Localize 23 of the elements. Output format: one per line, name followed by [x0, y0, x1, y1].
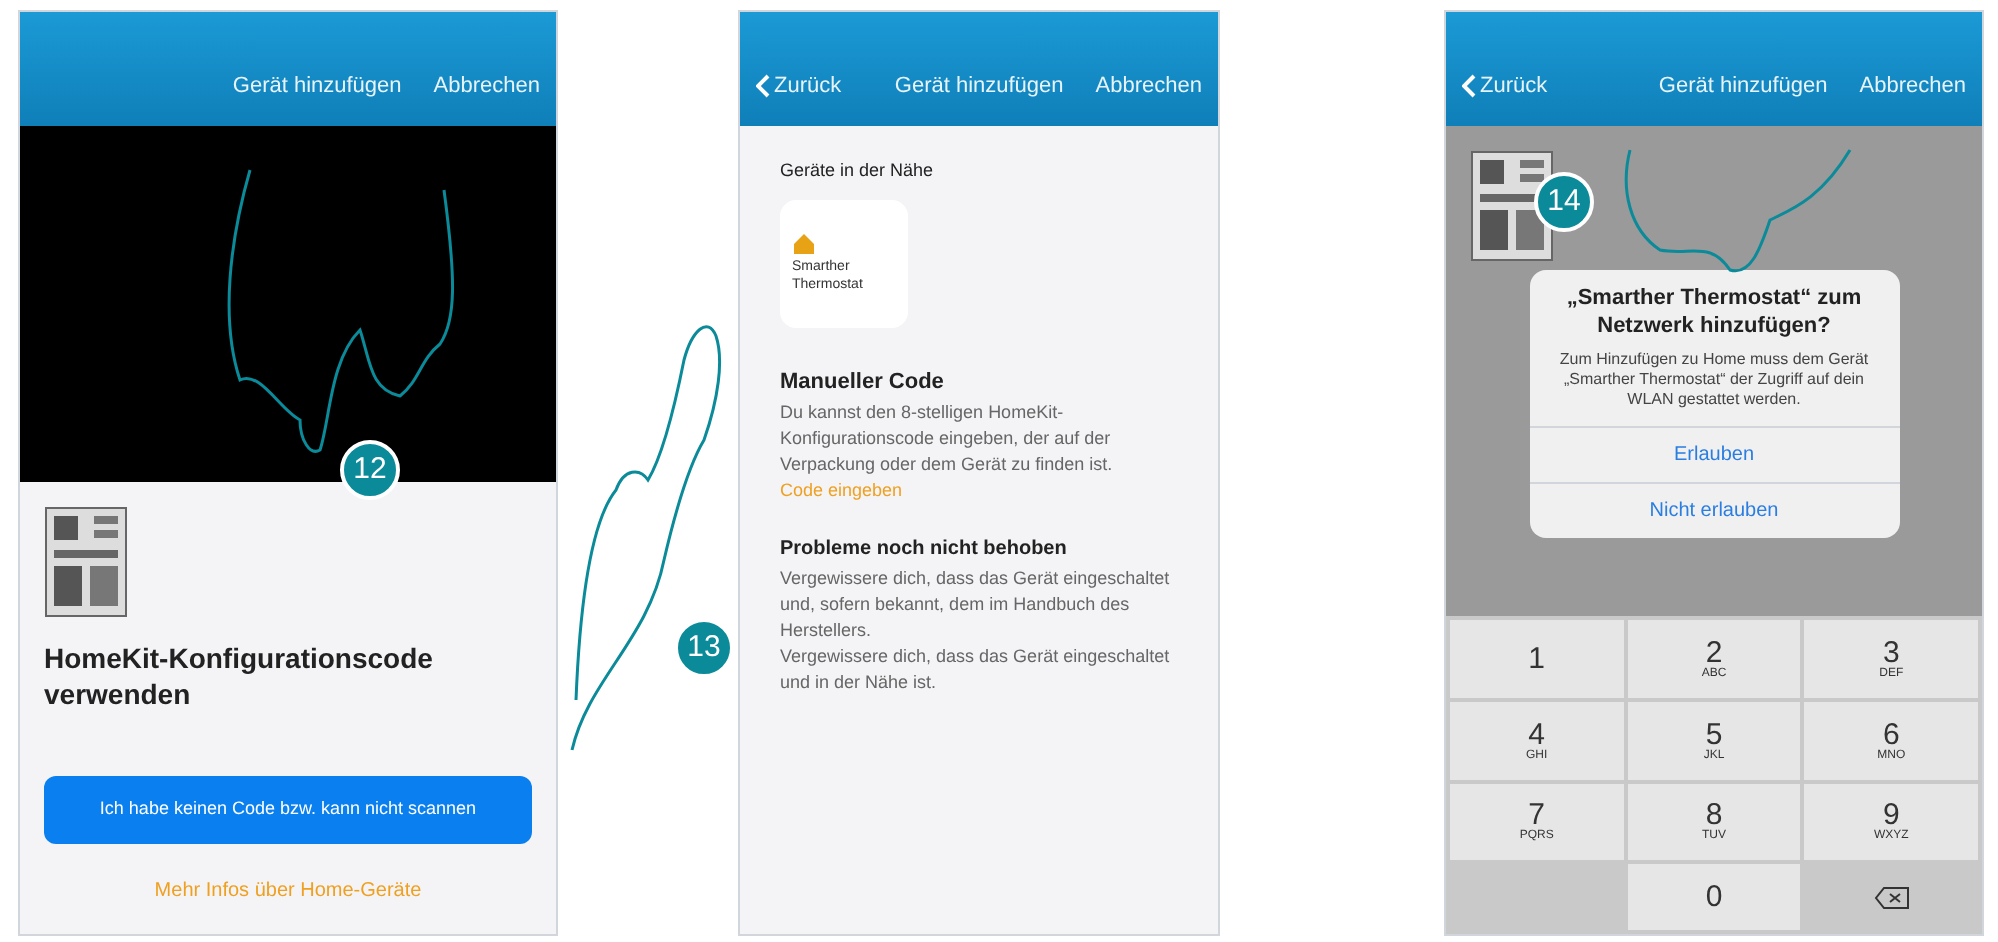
- section-label: Geräte in der Nähe: [780, 158, 936, 184]
- allow-button[interactable]: Erlauben: [1529, 425, 1899, 481]
- no-code-button[interactable]: Ich habe keinen Code bzw. kann nicht scannen: [44, 776, 532, 843]
- manual-code-heading: Manueller Code: [780, 368, 946, 399]
- nav-title: Gerät hinzufügen: [232, 71, 402, 101]
- nav-title: Gerät hinzufügen: [1658, 71, 1828, 101]
- step-badge: 13: [674, 618, 734, 678]
- backspace-icon: [1873, 885, 1910, 910]
- nav-title: Gerät hinzufügen: [894, 71, 1064, 101]
- deny-button[interactable]: Nicht erlauben: [1529, 481, 1899, 537]
- chevron-left-icon: [756, 73, 770, 98]
- code-heading: HomeKit-Konfigurationscode verwenden: [44, 642, 435, 712]
- problem-text: Vergewissere dich, dass das Gerät eingeschaltet und, sofern bekannt, dem im Handbuch des Herstellers.: [780, 565, 1172, 644]
- problem-heading: Probleme noch nicht behoben: [780, 536, 1069, 565]
- problem-text: Vergewissere dich, dass das Gerät eingeschaltet und in der Nähe ist.: [780, 643, 1172, 696]
- keypad-key[interactable]: 0: [1627, 864, 1801, 930]
- chevron-left-icon: [1462, 73, 1476, 98]
- manual-code-text: Du kannst den 8-stelligen HomeKit-Konfigurationscode eingeben, der auf der Verpackung oder dem Gerät zu finden ist. Code eingeben: [780, 399, 1115, 505]
- qr-code-icon: [44, 506, 128, 618]
- keypad-key[interactable]: 1: [1450, 620, 1624, 698]
- dialog-message: Zum Hinzufügen zu Home muss dem Gerät „Smarther Thermostat“ der Zugriff auf dein WLAN gestattet werden.: [1557, 347, 1871, 412]
- dialog-title: „Smarther Thermostat“ zum Netzwerk hinzufügen?: [1564, 284, 1864, 341]
- house-icon: [792, 232, 816, 257]
